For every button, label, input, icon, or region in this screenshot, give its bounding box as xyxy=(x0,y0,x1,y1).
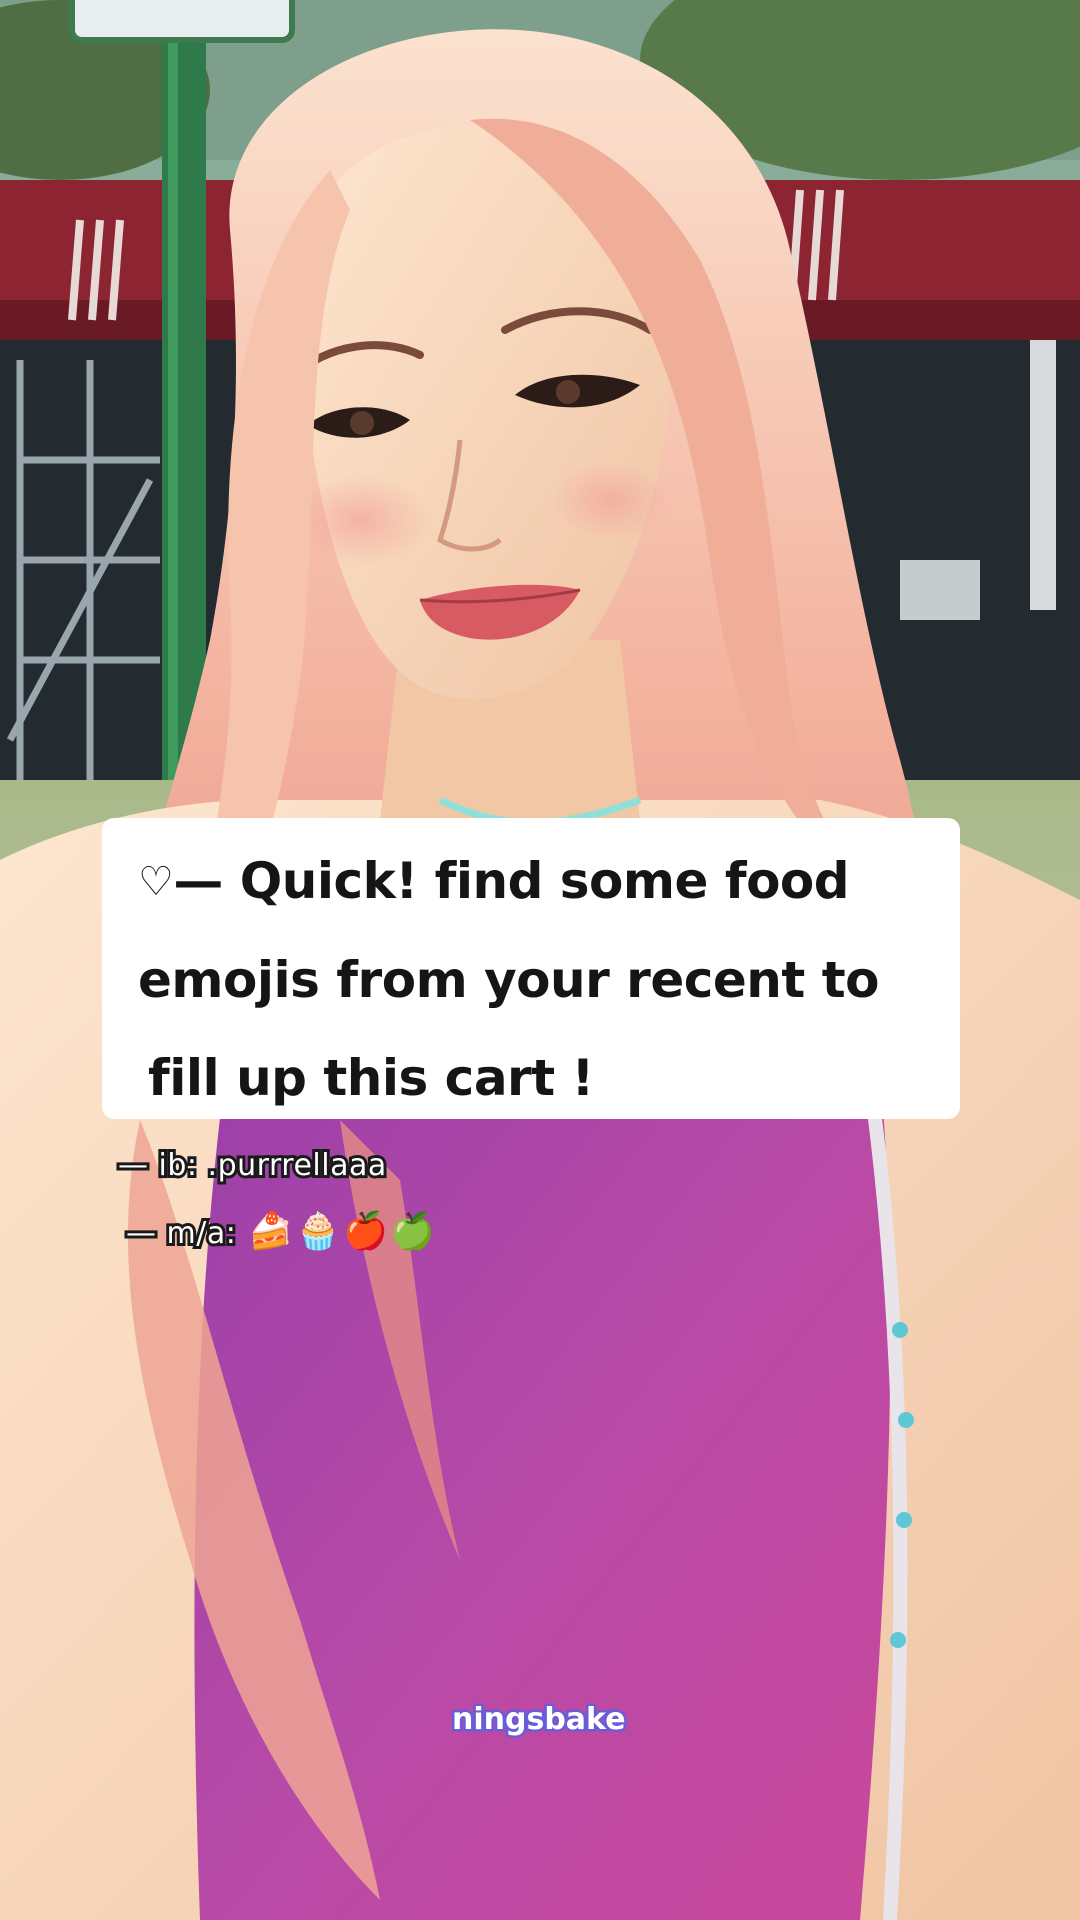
caption-line-2: emojis from your recent to xyxy=(138,951,879,1009)
cupcake-emoji: 🧁 xyxy=(293,1208,344,1255)
credit-ma: — m/a: 🍰🧁🍎🍏 xyxy=(123,1208,438,1255)
caption-line-1: ♡— Quick! find some food xyxy=(138,832,930,931)
caption-line-1-text: — Quick! find some food xyxy=(173,852,850,910)
red-apple-emoji: 🍎 xyxy=(340,1208,391,1255)
credit-ib: — ib: .purrrellaaa xyxy=(115,1145,389,1186)
green-apple-emoji: 🍏 xyxy=(387,1208,438,1255)
credit-ma-label: — m/a: xyxy=(123,1213,239,1254)
video-frame: ♡— Quick! find some food emojis from you… xyxy=(0,0,1080,1920)
heart-icon: ♡ xyxy=(138,859,174,905)
caption-line-3: fill up this cart ! xyxy=(148,1049,594,1107)
watermark: ningsbake xyxy=(450,1700,629,1740)
cake-emoji: 🍰 xyxy=(245,1208,296,1255)
caption-box: ♡— Quick! find some food emojis from you… xyxy=(102,818,960,1119)
